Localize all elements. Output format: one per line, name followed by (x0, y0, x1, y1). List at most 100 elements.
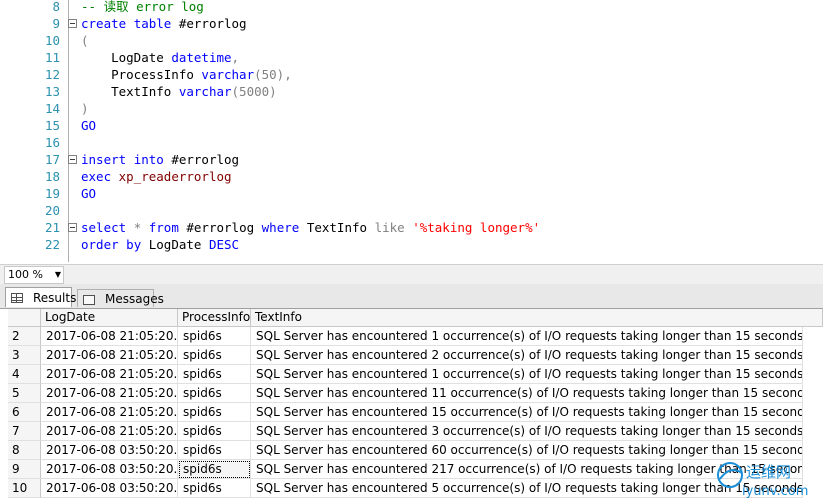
code-token: ProcessInfo (81, 67, 202, 82)
watermark-en: iyunv.com (742, 484, 808, 499)
code-token: TextInfo (299, 220, 375, 235)
line-number: 17 (44, 152, 60, 167)
zoom-dropdown[interactable]: 100 % ▼ (4, 266, 64, 284)
tab-results[interactable]: Results (5, 287, 76, 307)
logdate-cell[interactable]: 2017-06-08 21:05:20.380 (41, 403, 178, 422)
code-line[interactable]: 14) (0, 100, 823, 117)
code-editor[interactable]: 8 -- 读取 error log 9 create table #errorlog 1… (0, 0, 823, 262)
line-number: 11 (44, 50, 60, 65)
code-token: datetime (171, 50, 232, 65)
code-token: LogDate (141, 237, 209, 252)
processinfo-cell[interactable]: spid6s (178, 403, 251, 422)
column-header-processinfo[interactable]: ProcessInfo (178, 309, 251, 327)
textinfo-cell[interactable]: SQL Server has encountered 1 occurrence(… (251, 365, 803, 384)
row-number-cell[interactable]: 6 (8, 403, 41, 422)
row-number-cell[interactable]: 7 (8, 422, 41, 441)
code-token: -- 读取 error log (81, 0, 204, 14)
code-token: by (126, 237, 142, 252)
line-number: 9 (52, 16, 60, 31)
logdate-cell[interactable]: 2017-06-08 03:50:20.690 (41, 441, 178, 460)
results-grid[interactable]: LogDate ProcessInfo TextInfo 2 2017-06-08… (8, 309, 823, 501)
line-number: 10 (44, 33, 60, 48)
processinfo-cell[interactable]: spid6s (178, 422, 251, 441)
tab-messages-label: Messages (105, 292, 164, 306)
horizontal-scrollbar[interactable] (66, 269, 818, 280)
table-row[interactable]: 22017-06-08 21:05:20.390spid6sSQL Server… (8, 327, 823, 346)
code-token: create (81, 16, 127, 31)
code-line[interactable]: 9 create table #errorlog (0, 15, 823, 32)
row-number-cell[interactable]: 5 (8, 384, 41, 403)
code-token: '%taking longer%' (412, 220, 541, 235)
code-line[interactable]: 21 select * from #errorlog where TextInfo… (0, 219, 823, 236)
code-token: exec (81, 169, 112, 184)
collapse-icon[interactable] (68, 155, 77, 164)
code-text: order by LogDate DESC (81, 236, 239, 253)
code-text: TextInfo varchar(5000) (81, 83, 277, 100)
textinfo-cell[interactable]: SQL Server has encountered 1 occurrence(… (251, 327, 803, 346)
collapse-icon[interactable] (68, 223, 77, 232)
table-row[interactable]: 62017-06-08 21:05:20.380spid6sSQL Server… (8, 403, 823, 422)
row-number-cell[interactable]: 10 (8, 479, 41, 498)
row-number-header[interactable] (8, 309, 41, 327)
column-header-textinfo[interactable]: TextInfo (251, 309, 823, 327)
table-row[interactable]: 92017-06-08 03:50:20.690spid6sSQL Server… (8, 460, 823, 479)
textinfo-cell[interactable]: SQL Server has encountered 3 occurrence(… (251, 422, 803, 441)
code-text: select * from #errorlog where TextInfo l… (81, 219, 540, 236)
logdate-cell[interactable]: 2017-06-08 21:05:20.380 (41, 384, 178, 403)
row-number-cell[interactable]: 4 (8, 365, 41, 384)
processinfo-cell[interactable]: spid6s (178, 327, 251, 346)
collapse-icon[interactable] (68, 19, 77, 28)
processinfo-cell[interactable]: spid6s (178, 384, 251, 403)
code-line[interactable]: 10 ( (0, 32, 823, 49)
table-row[interactable]: 72017-06-08 21:05:20.380spid6sSQL Server… (8, 422, 823, 441)
code-token: GO (81, 186, 97, 201)
textinfo-cell[interactable]: SQL Server has encountered 15 occurrence… (251, 403, 803, 422)
code-text: exec xp_readerrorlog (81, 168, 232, 185)
processinfo-cell[interactable]: spid6s (178, 479, 251, 498)
row-number-cell[interactable]: 2 (8, 327, 41, 346)
processinfo-cell[interactable]: spid6s (178, 346, 251, 365)
code-line[interactable]: 20 (0, 202, 823, 219)
processinfo-cell[interactable]: spid6s (178, 460, 251, 479)
table-row[interactable]: 32017-06-08 21:05:20.390spid6sSQL Server… (8, 346, 823, 365)
table-row[interactable]: 42017-06-08 21:05:20.390spid6sSQL Server… (8, 365, 823, 384)
code-line[interactable]: 17 insert into #errorlog (0, 151, 823, 168)
logdate-cell[interactable]: 2017-06-08 21:05:20.380 (41, 422, 178, 441)
code-token: TextInfo (81, 84, 179, 99)
code-line[interactable]: 12 ProcessInfo varchar(50), (0, 66, 823, 83)
code-line[interactable]: 15 GO (0, 117, 823, 134)
processinfo-cell[interactable]: spid6s (178, 441, 251, 460)
logdate-cell[interactable]: 2017-06-08 21:05:20.390 (41, 327, 178, 346)
code-line[interactable]: 13 TextInfo varchar(5000) (0, 83, 823, 100)
column-header-logdate[interactable]: LogDate (41, 309, 178, 327)
table-row[interactable]: 82017-06-08 03:50:20.690spid6sSQL Server… (8, 441, 823, 460)
grid-icon (11, 293, 23, 303)
textinfo-cell[interactable]: SQL Server has encountered 11 occurrence… (251, 384, 803, 403)
logdate-cell[interactable]: 2017-06-08 03:50:20.690 (41, 479, 178, 498)
textinfo-cell[interactable]: SQL Server has encountered 2 occurrence(… (251, 346, 803, 365)
processinfo-cell[interactable]: spid6s (178, 365, 251, 384)
logdate-cell[interactable]: 2017-06-08 03:50:20.690 (41, 460, 178, 479)
row-number-cell[interactable]: 8 (8, 441, 41, 460)
code-token: from (148, 220, 179, 235)
code-line[interactable]: 22 order by LogDate DESC (0, 236, 823, 253)
logdate-cell[interactable]: 2017-06-08 21:05:20.390 (41, 346, 178, 365)
table-row[interactable]: 52017-06-08 21:05:20.380spid6sSQL Server… (8, 384, 823, 403)
code-text: insert into #errorlog (81, 151, 239, 168)
watermark-cn: 运维网 (746, 463, 791, 481)
code-line[interactable]: 16 (0, 134, 823, 151)
logdate-cell[interactable]: 2017-06-08 21:05:20.390 (41, 365, 178, 384)
table-row[interactable]: 102017-06-08 03:50:20.690spid6sSQL Serve… (8, 479, 823, 498)
code-line[interactable]: 19 GO (0, 185, 823, 202)
code-line[interactable]: 11 LogDate datetime, (0, 49, 823, 66)
code-line[interactable]: 18 exec xp_readerrorlog (0, 168, 823, 185)
row-number-cell[interactable]: 3 (8, 346, 41, 365)
code-token: #errorlog (178, 220, 262, 235)
tab-messages[interactable]: Messages (77, 289, 164, 307)
code-token: varchar (178, 84, 232, 99)
row-number-cell[interactable]: 9 (8, 460, 41, 479)
code-text: -- 读取 error log (81, 0, 204, 15)
code-line[interactable]: 8 -- 读取 error log (0, 0, 823, 15)
code-token: LogDate (81, 50, 172, 65)
